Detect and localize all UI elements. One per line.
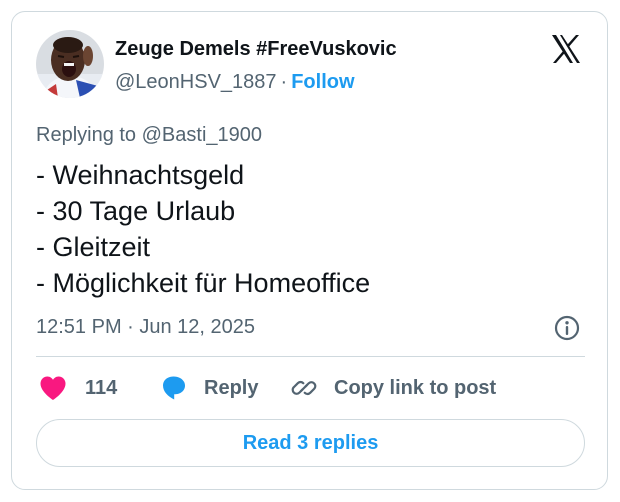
info-icon[interactable] [553,314,581,342]
like-count: 114 [85,376,118,399]
tweet-card: Zeuge Demels #FreeVuskovic @LeonHSV_1887… [11,11,608,490]
heart-icon [39,375,67,401]
like-button[interactable]: 114 [39,371,117,405]
tweet-text-line: - Weihnachtsgeld [36,160,245,190]
separator-dot: · [280,71,288,93]
author-handle-row: @LeonHSV_1887 · Follow [115,69,355,95]
reply-button[interactable]: Reply [160,371,258,405]
avatar[interactable] [36,30,104,98]
copy-link-label: Copy link to post [334,376,497,399]
tweet-text: - Weihnachtsgeld - 30 Tage Urlaub - Glei… [36,157,370,301]
author-display-name[interactable]: Zeuge Demels #FreeVuskovic [115,36,397,62]
replying-to[interactable]: Replying to @Basti_1900 [36,122,262,148]
tweet-text-line: - 30 Tage Urlaub [36,196,236,226]
tweet-timestamp[interactable]: 12:51 PM · Jun 12, 2025 [36,314,255,340]
x-logo-icon[interactable] [550,33,582,65]
divider [36,356,585,357]
follow-button[interactable]: Follow [291,71,354,93]
tweet-text-line: - Möglichkeit für Homeoffice [36,268,371,298]
speech-bubble-icon [160,374,188,402]
reply-label: Reply [204,376,259,399]
author-handle[interactable]: @LeonHSV_1887 [115,71,277,93]
link-icon [290,374,318,402]
copy-link-button[interactable]: Copy link to post [290,371,496,405]
read-replies-button[interactable]: Read 3 replies [36,419,585,467]
avatar-image [36,30,104,98]
tweet-text-line: - Gleitzeit [36,232,151,262]
